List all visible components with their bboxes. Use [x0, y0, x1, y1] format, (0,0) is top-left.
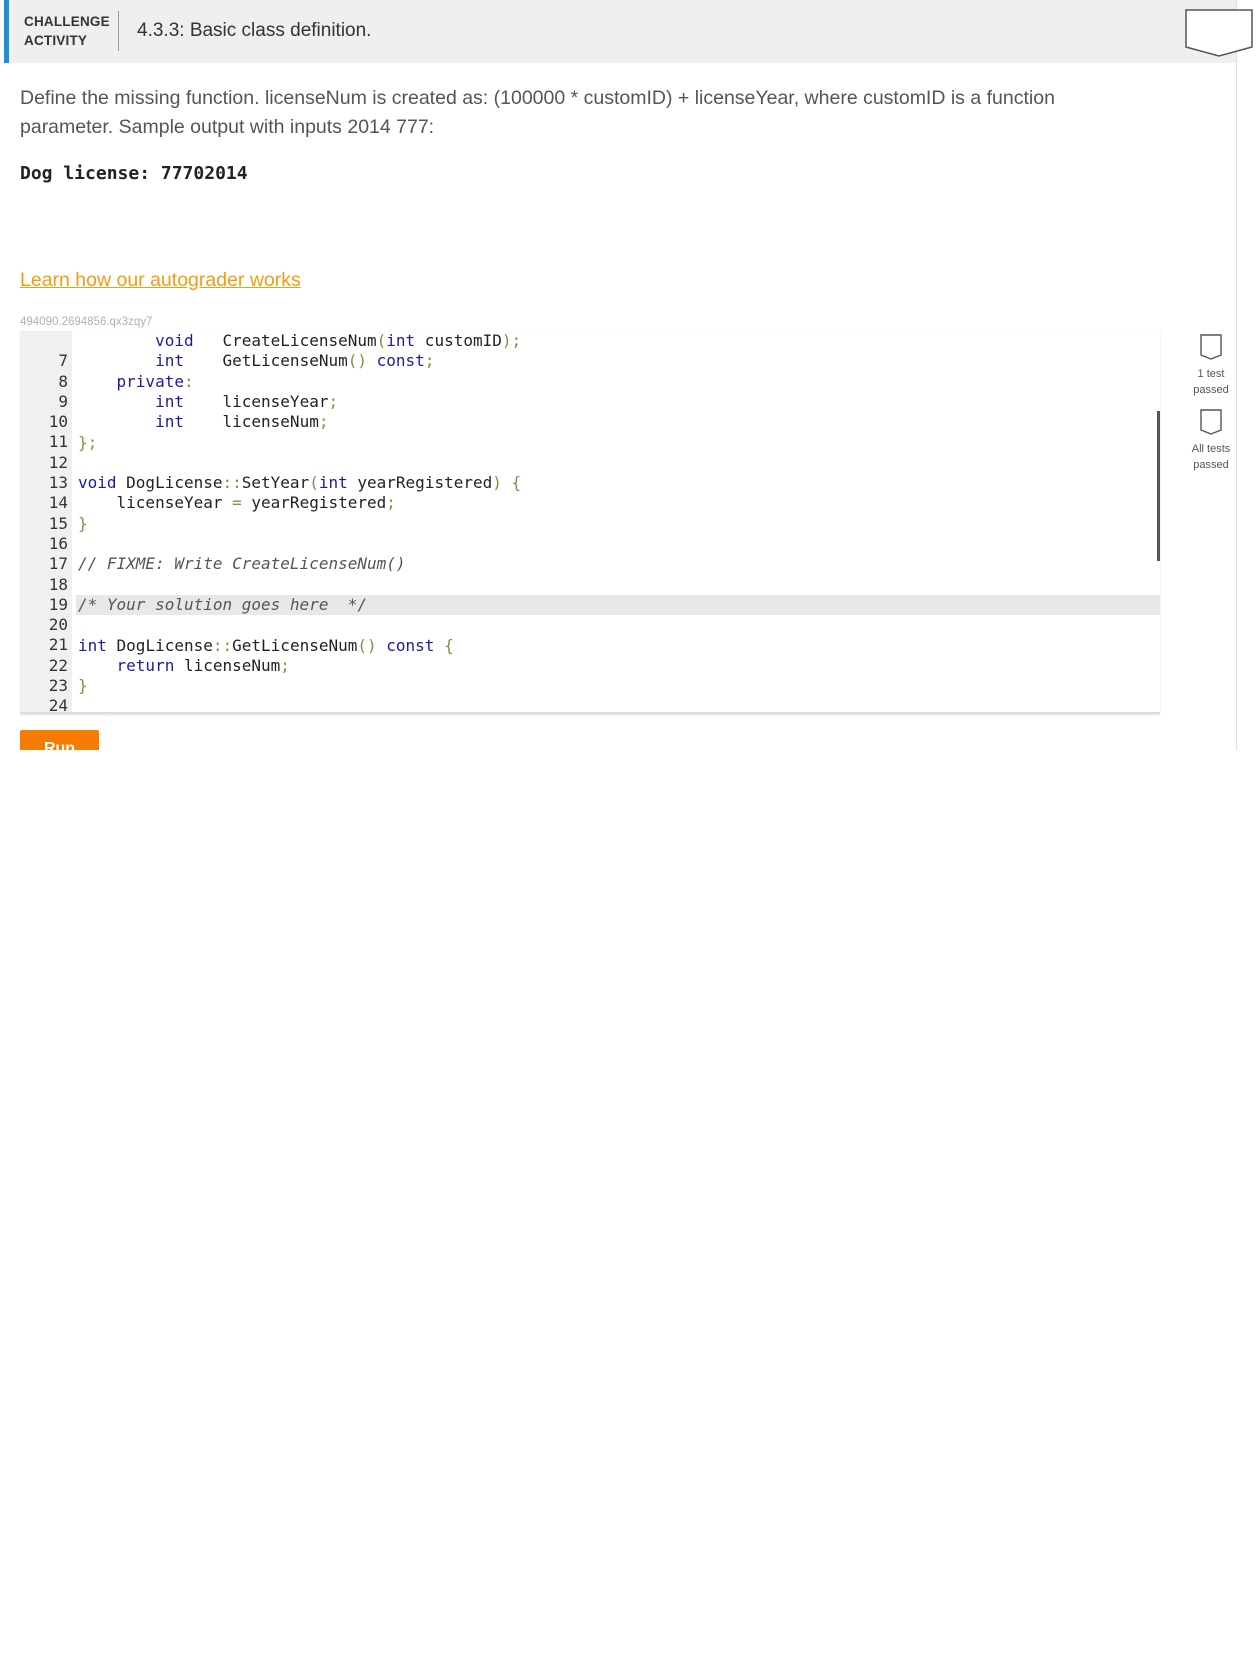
code-line-15[interactable]: 15 licenseYear = yearRegistered; [20, 493, 1160, 532]
activity-header: CHALLENGE ACTIVITY 4.3.3: Basic class de… [4, 0, 1236, 63]
code-line-21[interactable]: 21 [20, 615, 1160, 654]
code-line-9[interactable]: 9 private: [20, 372, 1160, 411]
all-tests-status-icon [1200, 409, 1222, 435]
editor-scrollbar[interactable] [1157, 411, 1160, 561]
run-button[interactable]: Run [20, 730, 99, 750]
code-line-20-active[interactable]: 20 /* Your solution goes here */ [20, 594, 1160, 634]
code-line-19[interactable]: 19 [20, 575, 1160, 614]
all-tests-label: All tests passed [1191, 443, 1231, 471]
problem-id: 494090.2694856.qx3zqy7 [20, 316, 153, 328]
code-line-12[interactable]: 12 }; [20, 433, 1160, 472]
challenge-activity-card: CHALLENGE ACTIVITY 4.3.3: Basic class de… [4, 0, 1237, 750]
code-line-17[interactable]: 17 [20, 534, 1160, 573]
code-line-8[interactable]: 8 int GetLicenseNum() const; [20, 351, 1160, 390]
code-line-25[interactable]: 25 [20, 696, 1160, 712]
test-one-label: 1 test passed [1193, 368, 1229, 396]
code-line-16[interactable]: 16 } [20, 514, 1160, 553]
sample-output: Dog license: 77702014 [20, 163, 248, 184]
header-divider [118, 11, 119, 51]
problem-prompt: Define the missing function. licenseNum … [20, 87, 1055, 138]
header-accent-bar [4, 0, 9, 63]
code-line-7[interactable]: 7 void CreateLicenseNum(int customID); [20, 331, 1160, 370]
activity-kind-label: CHALLENGE ACTIVITY [24, 14, 110, 48]
code-line-18[interactable]: 18 // FIXME: Write CreateLicenseNum() [20, 554, 1160, 593]
test-one-status-icon [1200, 334, 1222, 360]
code-line-11[interactable]: 11 int licenseNum; [20, 412, 1160, 451]
completion-status-icon [1185, 9, 1253, 57]
code-editor[interactable]: 7 void CreateLicenseNum(int customID); 8… [20, 331, 1160, 714]
code-line-24[interactable]: 24 } [20, 676, 1160, 712]
code-line-10[interactable]: 10 int licenseYear; [20, 392, 1160, 431]
code-line-14[interactable]: 14 void DogLicense::SetYear(int yearRegi… [20, 473, 1160, 512]
code-line-13[interactable]: 13 [20, 453, 1160, 492]
code-line-23[interactable]: 23 return licenseNum; [20, 656, 1160, 695]
code-line-22[interactable]: 22 int DogLicense::GetLicenseNum() const… [20, 636, 1160, 675]
autograder-help-link[interactable]: Learn how our autograder works [20, 269, 301, 292]
activity-title: 4.3.3: Basic class definition. [137, 20, 372, 41]
